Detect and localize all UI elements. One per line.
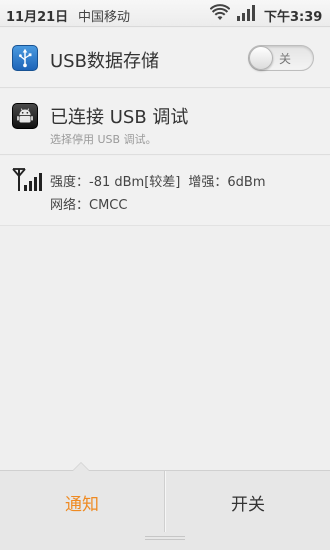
strength-label: 强度： [50,175,90,190]
antenna-signal-icon [12,168,42,191]
tab-bar: 通知 开关 [0,462,330,532]
network-value: CMCC [89,198,128,213]
status-carrier: 中国移动 [78,10,131,25]
signal-strength-line: 强度：-81 dBm[较差] 增强：6dBm [50,171,265,190]
wifi-icon [210,4,230,20]
strength-value: -81 dBm[较差] [89,175,181,190]
drag-handle-area[interactable] [0,532,330,550]
signal-info-row: 强度：-81 dBm[较差] 增强：6dBm 网络：CMCC [0,156,330,226]
network-line: 网络：CMCC [50,194,127,213]
drag-handle[interactable] [145,536,185,540]
usb-storage-toggle[interactable]: 关 [248,45,314,71]
gain-value: 6dBm [227,175,266,190]
status-bar: 11月21日 中国移动 下午3:39 [0,0,330,27]
network-label: 网络： [50,198,90,213]
tab-notifications-label: 通知 [65,495,99,515]
usb-debug-subtitle: 选择停用 USB 调试。 [50,133,157,146]
android-debug-icon [12,103,38,129]
toggle-knob [249,46,273,70]
toggle-label: 关 [279,52,292,66]
tab-switches[interactable]: 开关 [165,471,330,532]
usb-debug-title: 已连接 USB 调试 [50,107,189,128]
tab-switches-label: 开关 [231,495,265,515]
usb-icon [12,45,38,71]
tab-notifications[interactable]: 通知 [0,471,165,532]
usb-debug-row[interactable]: 已连接 USB 调试 选择停用 USB 调试。 [0,89,330,155]
status-date: 11月21日 [6,10,69,25]
gain-label: 增强： [188,175,228,190]
usb-storage-title: USB数据存储 [50,51,159,72]
usb-storage-row[interactable]: USB数据存储 关 [0,28,330,88]
status-time: 下午3:39 [264,10,323,25]
active-tab-pointer-inner [73,463,89,471]
signal-bars-icon [237,5,255,21]
